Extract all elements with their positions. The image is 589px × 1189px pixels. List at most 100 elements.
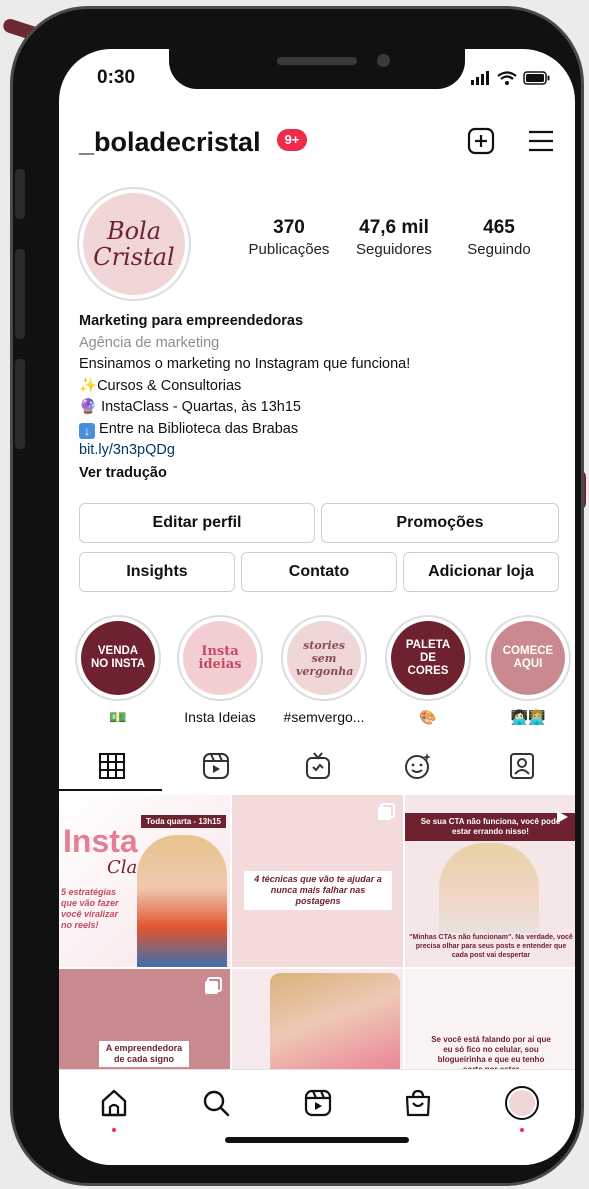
active-tab-indicator xyxy=(59,789,162,791)
highlight-cover-text: stories sem vergonha xyxy=(296,638,354,678)
highlight-item[interactable]: Insta ideias Insta Ideias xyxy=(177,615,263,725)
carousel-icon xyxy=(378,803,395,820)
grid-post[interactable]: Toda quarta - 13h15 Insta Class 5 estrat… xyxy=(59,795,230,967)
highlight-cover-text: PALETA DE CORES xyxy=(405,638,451,677)
tagged-icon[interactable] xyxy=(507,751,537,781)
stat-label: Publicações xyxy=(248,241,330,258)
profile-nav-avatar-image xyxy=(509,1090,535,1116)
highlight-ring: stories sem vergonha xyxy=(281,615,367,701)
post-title: Insta xyxy=(63,823,138,859)
menu-icon[interactable] xyxy=(527,127,555,155)
post-caption: "Minhas CTAs não funcionam". Na verdade,… xyxy=(409,934,573,959)
search-icon[interactable] xyxy=(201,1088,231,1118)
stat-posts[interactable]: 370 Publicações xyxy=(239,217,339,258)
highlight-cover: PALETA DE CORES xyxy=(391,621,465,695)
battery-icon xyxy=(523,71,550,85)
stat-following[interactable]: 465 Seguindo xyxy=(449,217,549,258)
down-arrow-icon: ↓ xyxy=(79,422,95,439)
highlight-cover-text: VENDA NO INSTA xyxy=(90,645,146,670)
status-time: 0:30 xyxy=(97,67,136,88)
edit-profile-button[interactable]: Editar perfil xyxy=(79,503,315,543)
home-indicator xyxy=(225,1137,409,1143)
insights-button[interactable]: Insights xyxy=(79,552,235,592)
reels-post-icon xyxy=(557,811,568,823)
contact-button[interactable]: Contato xyxy=(241,552,397,592)
camera xyxy=(377,54,390,67)
posts-grid: Toda quarta - 13h15 Insta Class 5 estrat… xyxy=(59,795,575,1141)
highlight-cover: COMECE AQUI xyxy=(491,621,565,695)
bio-line: 🔮 InstaClass - Quartas, às 13h15 xyxy=(79,397,559,419)
translate-link[interactable]: Ver tradução xyxy=(79,463,559,485)
highlight-label: 👩🏻‍💻👩🏼‍💻 xyxy=(510,709,546,725)
highlight-cover-text: Insta ideias xyxy=(198,644,242,672)
phone-frame: 0:30 _boladecristal 9+ Bola Cristal 370 … xyxy=(10,6,584,1186)
notification-badge[interactable]: 9+ xyxy=(277,129,307,151)
highlight-label: 🎨 xyxy=(419,709,437,725)
phone-screen: 0:30 _boladecristal 9+ Bola Cristal 370 … xyxy=(59,49,575,1165)
highlight-ring: Insta ideias xyxy=(177,615,263,701)
avatar-logo: Bola Cristal xyxy=(83,193,185,295)
highlight-item[interactable]: VENDA NO INSTA 💵 xyxy=(75,615,161,726)
carousel-icon xyxy=(205,977,222,994)
profile-stats: 370 Publicações 47,6 mil Seguidores 465 … xyxy=(239,217,559,258)
highlight-item[interactable]: PALETA DE CORES 🎨 xyxy=(385,615,471,726)
avatar-logo-text: Cristal xyxy=(93,243,175,271)
bio-name: Marketing para empreendedoras xyxy=(79,313,304,329)
highlight-label: #semvergo... xyxy=(283,709,365,725)
post-top-text: Se sua CTA não funciona, você pode estar… xyxy=(405,813,575,841)
stat-value: 47,6 mil xyxy=(359,217,429,238)
volume-button xyxy=(15,359,25,449)
bio-line: Ensinamos o marketing no Instagram que f… xyxy=(79,356,411,372)
reels-icon[interactable] xyxy=(201,751,231,781)
signal-icon xyxy=(471,71,489,85)
highlight-ring: VENDA NO INSTA xyxy=(75,615,161,701)
highlight-label: Insta Ideias xyxy=(184,709,256,725)
home-active-dot xyxy=(112,1128,116,1132)
highlight-cover: stories sem vergonha xyxy=(287,621,361,695)
grid-post[interactable]: Se sua CTA não funciona, você pode estar… xyxy=(405,795,575,967)
stat-label: Seguidores xyxy=(356,241,432,258)
home-icon[interactable] xyxy=(99,1088,129,1118)
bottom-nav xyxy=(59,1069,575,1165)
username[interactable]: _boladecristal xyxy=(79,127,261,158)
profile-bio: Marketing para empreendedoras Agência de… xyxy=(79,311,559,484)
bio-category: Agência de marketing xyxy=(79,334,220,351)
bio-link[interactable]: bit.ly/3n3pQDg xyxy=(79,440,559,462)
post-badge: Toda quarta - 13h15 xyxy=(141,815,226,828)
grid-post[interactable]: 4 técnicas que vão te ajudar a nunca mai… xyxy=(232,795,403,967)
profile-avatar[interactable]: Bola Cristal xyxy=(77,187,191,301)
wifi-icon xyxy=(497,71,517,85)
effects-icon[interactable] xyxy=(403,751,433,781)
reels-nav-icon[interactable] xyxy=(303,1088,333,1118)
bio-line: ↓ Entre na Biblioteca das Brabas xyxy=(79,419,559,441)
highlight-label: 💵 xyxy=(109,709,127,725)
add-shop-button[interactable]: Adicionar loja xyxy=(403,552,559,592)
story-highlights: VENDA NO INSTA 💵 Insta ideias Insta Idei… xyxy=(59,615,575,725)
speaker xyxy=(277,57,357,65)
bio-line-text: Entre na Biblioteca das Brabas xyxy=(99,420,299,437)
highlight-cover: VENDA NO INSTA xyxy=(81,621,155,695)
highlight-ring: COMECE AQUI xyxy=(485,615,571,701)
profile-nav-avatar[interactable] xyxy=(505,1086,539,1120)
highlight-item[interactable]: stories sem vergonha #semvergo... xyxy=(281,615,367,725)
grid-icon[interactable] xyxy=(97,751,127,781)
highlight-cover-text: COMECE AQUI xyxy=(502,645,554,670)
volume-button xyxy=(15,249,25,339)
highlight-cover: Insta ideias xyxy=(183,621,257,695)
profile-header: _boladecristal 9+ xyxy=(59,115,575,165)
profile-active-dot xyxy=(520,1128,524,1132)
post-caption: A empreendedora de cada signo xyxy=(99,1041,189,1067)
add-post-icon[interactable] xyxy=(467,127,495,155)
avatar-logo-text: Bola xyxy=(106,217,162,245)
sparkles-icon: ✨ xyxy=(79,377,98,394)
status-icons xyxy=(471,71,551,85)
igtv-icon[interactable] xyxy=(303,751,333,781)
bio-line: ✨Cursos & Consultorias xyxy=(79,376,559,398)
stat-followers[interactable]: 47,6 mil Seguidores xyxy=(339,217,449,258)
promotions-button[interactable]: Promoções xyxy=(321,503,559,543)
shop-icon[interactable] xyxy=(403,1088,433,1118)
profile-tabs xyxy=(59,741,575,791)
person-photo xyxy=(439,843,539,933)
post-caption: 4 técnicas que vão te ajudar a nunca mai… xyxy=(244,871,392,910)
highlight-item[interactable]: COMECE AQUI 👩🏻‍💻👩🏼‍💻 xyxy=(485,615,571,726)
